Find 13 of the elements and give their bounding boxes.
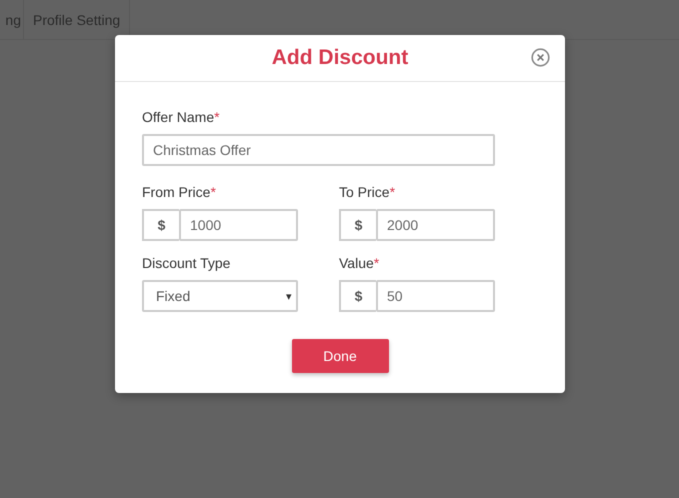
- price-field[interactable]: 1000: [179, 209, 298, 241]
- price-field[interactable]: 2000: [376, 209, 495, 241]
- field-label: Discount Type: [142, 255, 232, 271]
- field-label: From Price*: [142, 184, 217, 200]
- done-button[interactable]: Done: [292, 339, 388, 373]
- text-field[interactable]: Christmas Offer: [142, 134, 495, 166]
- field-label: Offer Name*: [142, 109, 221, 125]
- price-field[interactable]: 50: [376, 280, 495, 312]
- dialog-title: Add Discount: [272, 46, 408, 70]
- field-label: Value*: [339, 255, 380, 271]
- dropdown[interactable]: Fixed ▾: [142, 280, 298, 312]
- field-label: To Price*: [339, 184, 396, 200]
- close-icon[interactable]: [531, 48, 550, 67]
